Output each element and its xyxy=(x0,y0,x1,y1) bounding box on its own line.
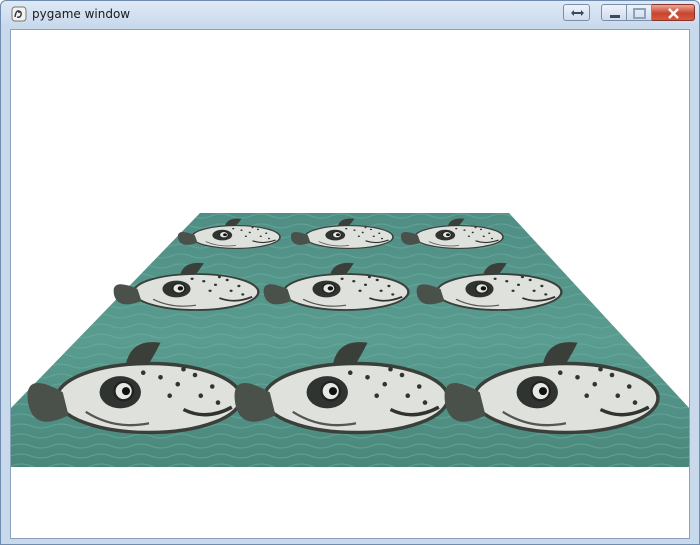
pygame-window: pygame window xyxy=(0,0,700,545)
maximize-icon xyxy=(633,8,646,19)
close-icon xyxy=(668,8,679,19)
maximize-button[interactable] xyxy=(627,4,652,21)
title-bar[interactable]: pygame window xyxy=(1,1,699,28)
fish-row-far xyxy=(177,217,504,250)
resize-button[interactable] xyxy=(563,4,590,21)
pygame-snake-icon[interactable] xyxy=(11,6,27,22)
minimize-icon xyxy=(610,15,620,18)
game-canvas[interactable] xyxy=(10,29,690,539)
close-button[interactable] xyxy=(652,4,695,21)
resize-icon xyxy=(571,10,584,16)
minimize-button[interactable] xyxy=(601,4,627,21)
window-title: pygame window xyxy=(32,7,131,21)
perspective-floor-scene xyxy=(11,213,689,467)
